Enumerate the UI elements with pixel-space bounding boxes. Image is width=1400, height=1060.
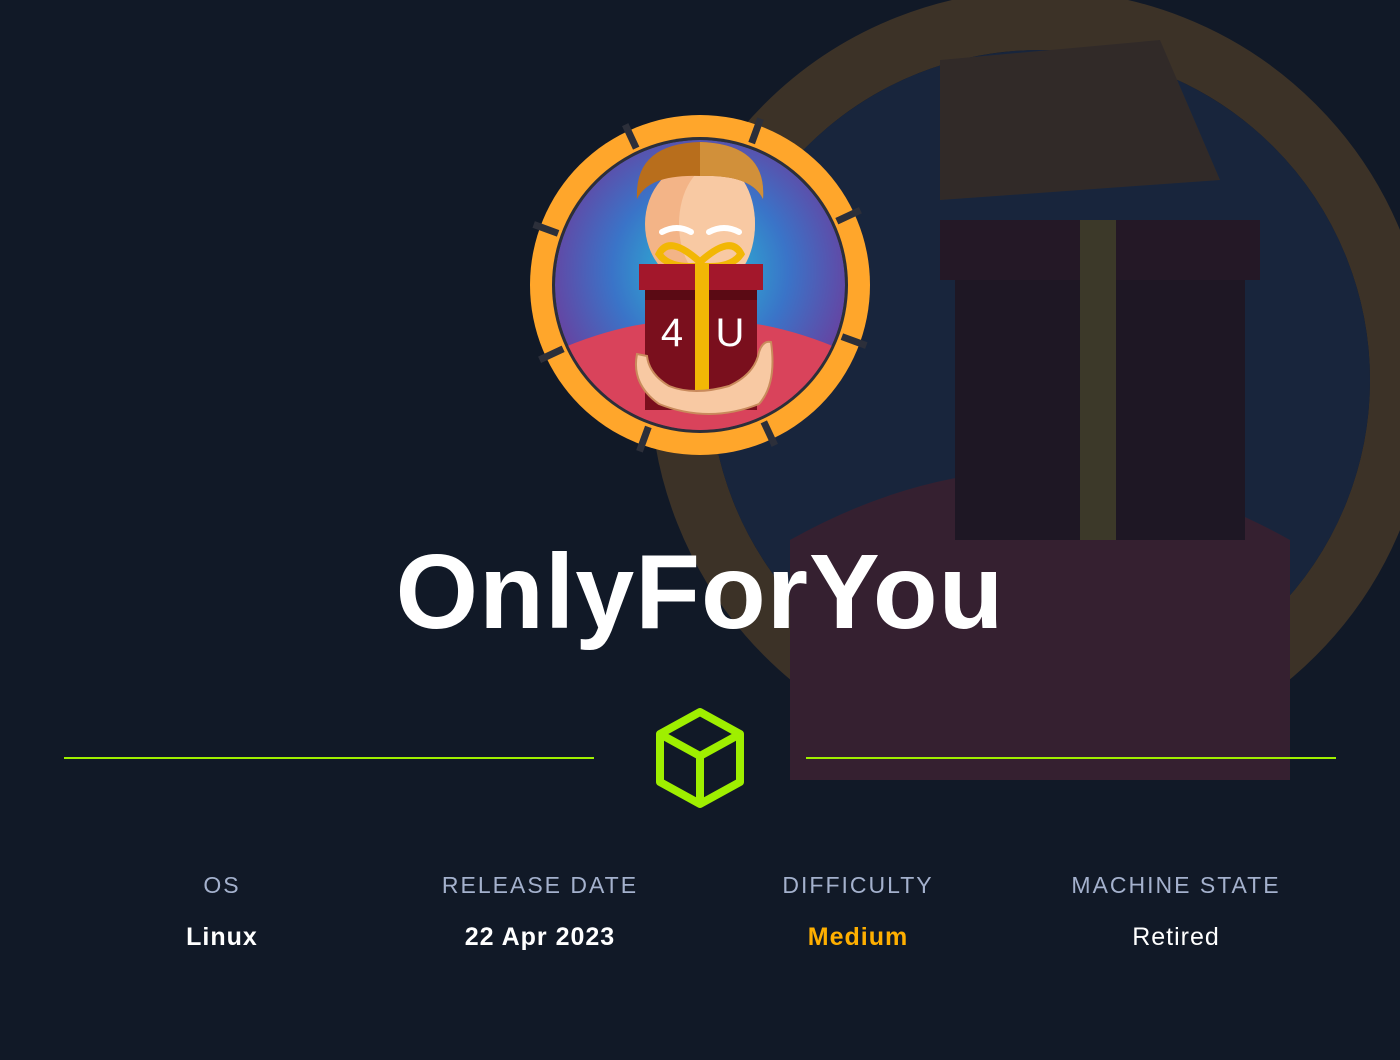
stat-release-date-value: 22 Apr 2023 (464, 923, 616, 951)
stat-machine-state-value: Retired (1132, 923, 1220, 951)
hackthebox-cube-icon (656, 708, 744, 808)
stat-difficulty: DIFFICULTY Medium (698, 870, 1018, 952)
stat-machine-state-label: MACHINE STATE (1071, 872, 1281, 898)
divider-right (806, 757, 1336, 759)
machine-name: OnlyForYou (395, 533, 1005, 651)
stat-os: OS Linux (62, 870, 382, 952)
stat-difficulty-value: Medium (807, 923, 909, 951)
stat-difficulty-label: DIFFICULTY (782, 872, 934, 898)
stat-os-label: OS (203, 872, 241, 898)
stat-release-date-label: RELEASE DATE (441, 872, 639, 898)
stat-release-date: RELEASE DATE 22 Apr 2023 (380, 870, 700, 952)
stat-machine-state: MACHINE STATE Retired (1016, 870, 1336, 952)
machine-info-page: 4 U OnlyForYou OS Linux RELEASE DATE 22 … (0, 0, 1400, 1060)
svg-text:U: U (716, 311, 745, 355)
stat-os-value: Linux (186, 923, 258, 951)
machine-avatar: 4 U (530, 115, 870, 455)
svg-text:4: 4 (661, 311, 683, 355)
divider-left (64, 757, 594, 759)
